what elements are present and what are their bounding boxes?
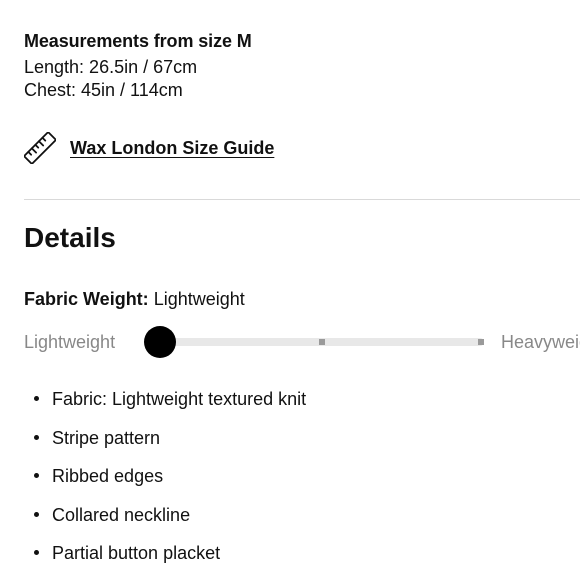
measurements-title: Measurements from size M [24, 31, 252, 51]
size-guide-link[interactable]: Wax London Size Guide [23, 131, 275, 165]
slider-track[interactable] [144, 326, 484, 358]
measurement-chest: Chest: 45in / 114cm [24, 80, 183, 100]
feature-item: Collared neckline [24, 496, 306, 535]
slider-tick [478, 339, 484, 345]
ruler-icon [23, 131, 57, 165]
size-guide-label: Wax London Size Guide [70, 137, 275, 158]
slider-min-label: Lightweight [24, 332, 116, 352]
feature-item: Ribbed edges [24, 457, 306, 496]
fabric-weight-slider: Lightweight Heavyweight [24, 326, 580, 358]
fabric-weight-label: Fabric Weight: [24, 289, 149, 309]
feature-item: Stripe pattern [24, 419, 306, 458]
details-heading: Details [24, 222, 116, 253]
section-divider [24, 199, 580, 200]
slider-max-label: Heavyweight [501, 332, 580, 352]
feature-item: Partial button placket [24, 534, 306, 573]
measurement-length: Length: 26.5in / 67cm [24, 57, 198, 77]
fabric-weight-value: Lightweight [153, 289, 245, 309]
slider-tick [319, 339, 325, 345]
product-info-panel: Measurements from size M Length: 26.5in … [0, 0, 580, 580]
feature-item: Fabric: Lightweight textured knit [24, 380, 306, 419]
feature-list: Fabric: Lightweight textured knit Stripe … [24, 380, 306, 573]
fabric-weight: Fabric Weight: Lightweight [24, 289, 245, 310]
slider-thumb[interactable] [144, 326, 176, 358]
